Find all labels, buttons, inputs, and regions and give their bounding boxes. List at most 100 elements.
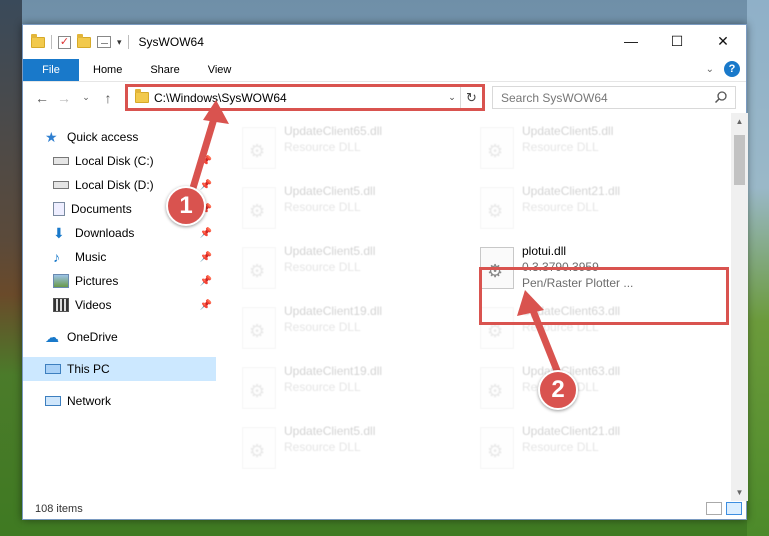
sidebar-item-label: Music bbox=[75, 250, 107, 264]
search-input[interactable]: Search SysWOW64 bbox=[492, 86, 736, 109]
file-name: UpdateClient19.dll bbox=[284, 304, 383, 318]
file-meta: Resource DLL bbox=[522, 440, 599, 454]
scroll-up-icon[interactable]: ▲ bbox=[731, 113, 748, 130]
file-item[interactable]: UpdateClient65.dll Resource DLL bbox=[242, 121, 472, 177]
callout-step-1: 1 bbox=[166, 186, 206, 226]
file-highlight-box bbox=[479, 267, 729, 325]
file-item[interactable]: UpdateClient19.dll Resource DLL bbox=[242, 361, 472, 417]
dll-file-icon bbox=[242, 307, 276, 349]
window-title: SysWOW64 bbox=[138, 35, 204, 49]
tab-home[interactable]: Home bbox=[79, 59, 136, 81]
properties-check-icon[interactable]: ✓ bbox=[58, 35, 71, 49]
pin-icon: 📌 bbox=[199, 299, 212, 311]
file-name: UpdateClient19.dll bbox=[284, 364, 383, 378]
sidebar-item-this-pc[interactable]: This PC bbox=[23, 357, 216, 381]
search-icon[interactable] bbox=[714, 90, 728, 104]
ribbon-tabs: File Home Share View ⌄ ? bbox=[23, 59, 746, 81]
sidebar-item-label: Videos bbox=[75, 298, 112, 312]
dll-file-icon bbox=[242, 127, 276, 169]
file-meta: Resource DLL bbox=[284, 140, 361, 154]
documents-icon bbox=[53, 202, 65, 216]
dll-file-icon bbox=[242, 427, 276, 469]
file-item[interactable]: UpdateClient5.dll Resource DLL bbox=[242, 241, 472, 297]
sidebar-item-network[interactable]: Network bbox=[23, 389, 216, 413]
sidebar-item-label: This PC bbox=[67, 362, 110, 376]
sidebar-item-label: Pictures bbox=[75, 274, 119, 288]
sidebar-item-label: Quick access bbox=[67, 130, 139, 144]
star-icon: ★ bbox=[45, 129, 58, 145]
download-icon: ⬇ bbox=[53, 225, 65, 241]
scroll-thumb[interactable] bbox=[734, 135, 745, 185]
maximize-button[interactable]: ☐ bbox=[654, 25, 700, 57]
sidebar-item-music[interactable]: ♪ Music 📌 bbox=[23, 245, 216, 269]
back-button[interactable]: ← bbox=[31, 90, 53, 106]
file-item[interactable]: UpdateClient63.dllResource DLL bbox=[480, 361, 710, 417]
ribbon-right-controls: ⌄ ? bbox=[706, 61, 740, 77]
large-icons-view-icon[interactable] bbox=[726, 502, 742, 515]
customize-toolbar-icon[interactable]: ▾ bbox=[117, 37, 122, 48]
sidebar-item-onedrive[interactable]: ☁ OneDrive bbox=[23, 325, 216, 349]
file-name: UpdateClient5.dll bbox=[284, 184, 376, 198]
file-meta: Resource DLL bbox=[522, 140, 599, 154]
sidebar-item-videos[interactable]: Videos 📌 bbox=[23, 293, 216, 317]
file-name: plotui.dll bbox=[522, 244, 567, 258]
address-highlight-box bbox=[125, 84, 485, 111]
pin-icon: 📌 bbox=[199, 227, 212, 239]
file-item[interactable]: UpdateClient21.dll Resource DLL bbox=[480, 421, 710, 477]
up-button[interactable]: ↑ bbox=[97, 90, 119, 106]
expand-ribbon-icon[interactable]: ⌄ bbox=[706, 64, 714, 75]
file-item[interactable]: UpdateClient19.dll Resource DLL bbox=[242, 301, 472, 357]
divider bbox=[127, 35, 129, 49]
minimize-button[interactable]: — bbox=[608, 25, 654, 57]
sidebar-item-label: Downloads bbox=[75, 226, 135, 240]
file-name: UpdateClient21.dll bbox=[522, 424, 621, 438]
close-button[interactable]: ✕ bbox=[700, 25, 746, 57]
forward-button[interactable]: → bbox=[53, 90, 75, 106]
network-icon bbox=[45, 396, 61, 406]
folder-icon bbox=[31, 33, 45, 48]
recent-locations-button[interactable]: ⌄ bbox=[75, 92, 97, 103]
drive-icon bbox=[53, 157, 69, 165]
dll-file-icon bbox=[242, 247, 276, 289]
file-meta: Resource DLL bbox=[284, 380, 361, 394]
file-item[interactable]: UpdateClient21.dll Resource DLL bbox=[480, 181, 710, 237]
file-item[interactable]: UpdateClient5.dll Resource DLL bbox=[480, 121, 710, 177]
pin-icon: 📌 bbox=[199, 179, 212, 191]
file-name: UpdateClient5.dll bbox=[284, 244, 376, 258]
desktop-background-right bbox=[747, 0, 769, 536]
file-name: UpdateClient65.dll bbox=[284, 124, 383, 138]
file-item[interactable]: UpdateClient5.dll Resource DLL bbox=[242, 421, 472, 477]
pin-icon: 📌 bbox=[199, 155, 212, 167]
tab-share[interactable]: Share bbox=[136, 59, 193, 81]
file-meta: Resource DLL bbox=[522, 200, 599, 214]
dll-file-icon bbox=[242, 187, 276, 229]
sidebar-item-label: Local Disk (D:) bbox=[75, 178, 154, 192]
file-item[interactable]: UpdateClient5.dll Resource DLL bbox=[242, 181, 472, 237]
file-meta: Resource DLL bbox=[284, 200, 361, 214]
file-name: UpdateClient5.dll bbox=[522, 124, 614, 138]
pin-icon: 📌 bbox=[199, 251, 212, 263]
status-bar: 108 items bbox=[23, 499, 748, 519]
view-switcher bbox=[706, 502, 742, 515]
title-bar: ✓ ▾ SysWOW64 — ☐ ✕ bbox=[23, 25, 746, 59]
details-view-icon[interactable] bbox=[706, 502, 722, 515]
sidebar-item-pictures[interactable]: Pictures 📌 bbox=[23, 269, 216, 293]
file-name: UpdateClient5.dll bbox=[284, 424, 376, 438]
new-folder-icon[interactable] bbox=[77, 33, 91, 48]
window-controls: — ☐ ✕ bbox=[608, 25, 746, 57]
computer-icon bbox=[45, 364, 61, 374]
sidebar-item-local-disk-c[interactable]: Local Disk (C:) 📌 bbox=[23, 149, 216, 173]
tab-file[interactable]: File bbox=[23, 59, 79, 81]
sidebar-item-quick-access[interactable]: ★ Quick access bbox=[23, 125, 216, 149]
vertical-scrollbar[interactable]: ▲ ▼ bbox=[731, 113, 748, 501]
divider bbox=[51, 35, 52, 49]
tab-view[interactable]: View bbox=[194, 59, 246, 81]
dll-file-icon bbox=[480, 427, 514, 469]
dll-file-icon bbox=[480, 187, 514, 229]
dll-file-icon bbox=[480, 367, 514, 409]
explorer-window: ✓ ▾ SysWOW64 — ☐ ✕ File Home Share View … bbox=[22, 24, 748, 520]
cloud-icon: ☁ bbox=[45, 329, 59, 345]
item-count: 108 items bbox=[35, 503, 83, 515]
properties-icon[interactable] bbox=[97, 36, 111, 48]
help-icon[interactable]: ? bbox=[724, 61, 740, 77]
